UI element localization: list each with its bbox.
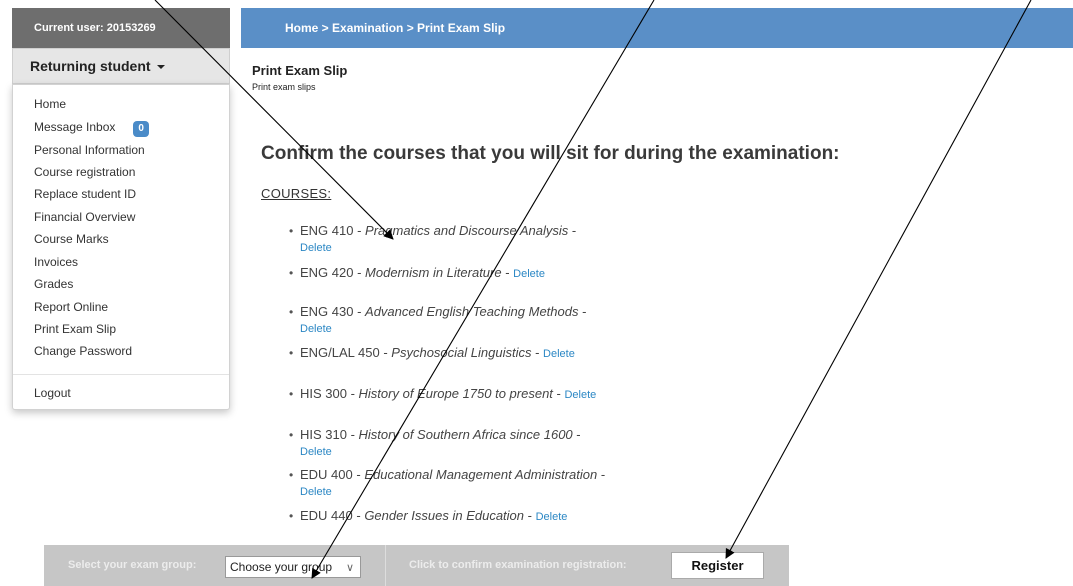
annotation-overlay <box>154 0 1032 579</box>
annotation-arrow <box>311 0 655 579</box>
annotation-arrow <box>725 0 1032 559</box>
annotation-arrow <box>154 0 394 240</box>
